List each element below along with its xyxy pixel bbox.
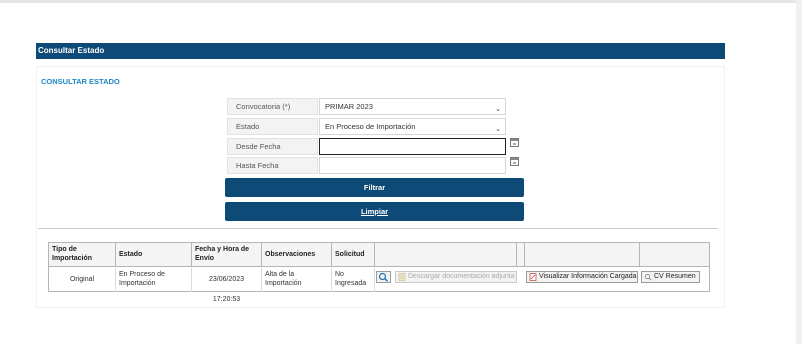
- column-header-action-1: [375, 243, 517, 267]
- estado-value: En Proceso de Importación: [325, 122, 416, 131]
- section-title: CONSULTAR ESTADO: [41, 77, 120, 86]
- desde-fecha-input[interactable]: [319, 138, 506, 155]
- calendar-icon[interactable]: [510, 157, 519, 166]
- convocatoria-label: Convocatoria (*): [227, 98, 318, 115]
- column-header-action-4: [640, 243, 709, 267]
- download-attachments-label: Descargar documentación adjunta: [408, 273, 515, 280]
- column-header-estado: Estado: [116, 243, 192, 267]
- cell-estado: En Proceso de Importación: [116, 268, 192, 292]
- document-icon: [398, 273, 406, 281]
- pdf-icon: [529, 273, 537, 281]
- column-header-observaciones: Observaciones: [262, 243, 332, 267]
- window-edge: [796, 0, 802, 344]
- magnifier-icon: [644, 273, 652, 281]
- convocatoria-select[interactable]: PRIMAR 2023 ⌄: [319, 98, 506, 115]
- hasta-fecha-label: Hasta Fecha: [227, 157, 318, 174]
- cv-summary-label: CV Resumen: [654, 273, 696, 280]
- column-header-action-3: [525, 243, 640, 267]
- desde-fecha-label: Desde Fecha: [227, 138, 318, 155]
- search-button[interactable]: [376, 271, 391, 283]
- results-table: Tipo de Importación Estado Fecha y Hora …: [48, 242, 710, 303]
- cell-observaciones: Alta de la Importación: [262, 268, 332, 292]
- window-title-bar: Consultar Estado: [36, 43, 725, 59]
- window-title: Consultar Estado: [38, 46, 105, 55]
- column-header-fecha: Fecha y Hora de Envío: [192, 243, 262, 267]
- column-header-solicitud: Solicitud: [332, 243, 375, 267]
- filtrar-button[interactable]: Filtrar: [225, 178, 524, 197]
- download-attachments-button[interactable]: Descargar documentación adjunta: [395, 271, 517, 283]
- view-loaded-info-button[interactable]: Visualizar Información Cargada: [526, 271, 638, 283]
- top-border: [0, 0, 802, 3]
- limpiar-button[interactable]: Limpiar: [225, 202, 524, 221]
- magnifier-icon: [378, 272, 388, 282]
- view-loaded-info-label: Visualizar Información Cargada: [539, 273, 637, 280]
- estado-label: Estado: [227, 118, 318, 135]
- cell-fecha: 23/06/2023 17:20:53: [192, 268, 262, 303]
- calendar-icon[interactable]: [510, 138, 519, 147]
- chevron-down-icon: ⌄: [495, 106, 501, 113]
- divider: [38, 228, 718, 229]
- column-header-tipo: Tipo de Importación: [49, 243, 116, 267]
- column-header-action-2: [517, 243, 525, 267]
- estado-select[interactable]: En Proceso de Importación ⌄: [319, 118, 506, 135]
- hasta-fecha-input[interactable]: [319, 157, 506, 174]
- chevron-down-icon: ⌄: [495, 126, 501, 133]
- convocatoria-value: PRIMAR 2023: [325, 102, 373, 111]
- cell-solicitud: No Ingresada: [332, 268, 375, 292]
- cell-tipo: Original: [49, 268, 116, 292]
- cv-summary-button[interactable]: CV Resumen: [641, 271, 700, 283]
